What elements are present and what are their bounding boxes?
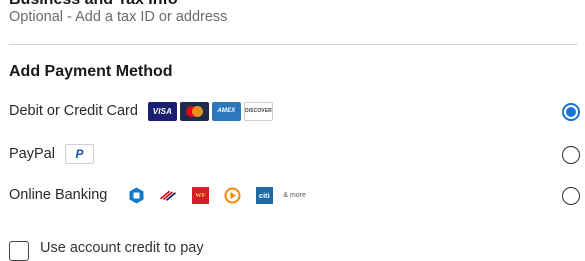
payment-option-paypal-label: PayPal: [9, 146, 55, 162]
wells-fargo-logo-text: WF: [195, 191, 206, 199]
amex-logo-text: AMEX: [217, 108, 236, 114]
payment-option-online-banking-radio[interactable]: [562, 187, 580, 205]
bank-of-america-icon: [159, 186, 177, 204]
discover-logo-text: DISCOVER: [244, 108, 272, 114]
paypal-logo-text: P: [75, 147, 84, 161]
payment-option-card[interactable]: Debit or Credit Card VISA AMEX DISCOVER: [9, 98, 585, 124]
citi-logo-text: citi: [258, 190, 270, 200]
payment-option-card-radio[interactable]: [562, 103, 580, 121]
account-credit-checkbox[interactable]: [9, 241, 29, 261]
business-tax-optional-text[interactable]: Optional - Add a tax ID or address: [9, 9, 227, 25]
payment-option-online-banking[interactable]: Online Banking WF citi & more: [9, 182, 585, 208]
business-tax-info-title: Business and Tax Info: [9, 0, 178, 9]
chase-icon: [127, 186, 145, 204]
paypal-icon: P: [64, 144, 94, 164]
mastercard-icon: [179, 101, 209, 121]
payment-option-paypal-radio[interactable]: [562, 146, 580, 164]
wells-fargo-icon: WF: [191, 186, 209, 204]
payment-option-paypal[interactable]: PayPal P: [9, 141, 585, 167]
visa-logo-text: VISA: [152, 106, 173, 116]
usaa-icon: [223, 186, 241, 204]
more-banks-text: & more: [283, 191, 306, 199]
payment-option-online-banking-label: Online Banking: [9, 187, 108, 203]
card-logos: VISA AMEX DISCOVER: [147, 101, 273, 121]
amex-icon: AMEX: [211, 101, 241, 121]
payment-option-card-label: Debit or Credit Card: [9, 103, 138, 119]
payment-method-title: Add Payment Method: [9, 63, 173, 80]
citi-icon: citi: [255, 186, 273, 204]
bank-logos: WF citi & more: [127, 186, 306, 204]
account-credit-label: Use account credit to pay: [40, 240, 204, 256]
section-divider: [9, 44, 578, 45]
visa-icon: VISA: [147, 101, 177, 121]
discover-icon: DISCOVER: [243, 101, 273, 121]
